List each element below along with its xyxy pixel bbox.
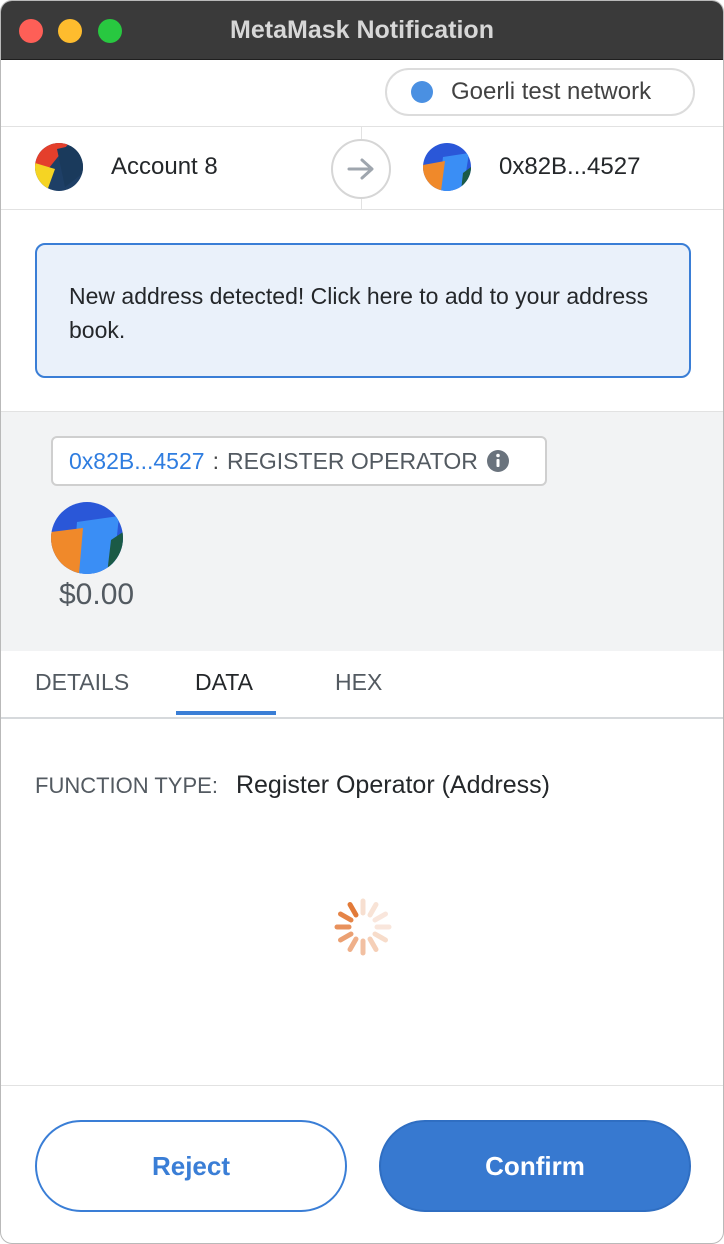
reject-button[interactable]: Reject [35,1120,347,1212]
function-type-row: FUNCTION TYPE: Register Operator (Addres… [35,771,550,800]
window-title: MetaMask Notification [230,16,494,44]
sender-account-name: Account 8 [111,153,218,180]
token-icon [51,502,123,574]
tab-bar: DETAILS DATA HEX [1,651,723,719]
method-separator: : [212,447,219,474]
sender-avatar-icon [35,143,83,191]
method-pill: 0x82B...4527 : REGISTER OPERATOR [51,436,547,486]
network-bar: Goerli test network [1,60,723,127]
method-name: REGISTER OPERATOR [226,447,478,474]
title-bar: MetaMask Notification [1,1,723,60]
confirm-button[interactable]: Confirm [379,1120,691,1212]
sender-recipient-bar: Account 8 0x82B...4527 [1,127,723,210]
tab-details[interactable]: DETAILS [35,669,129,696]
network-label: Goerli test network [451,78,652,105]
recipient-avatar-icon [423,143,471,191]
function-type-label: FUNCTION TYPE: [35,773,218,798]
action-footer: Reject Confirm [1,1085,723,1243]
arrow-right-icon [331,139,391,199]
network-selector[interactable]: Goerli test network [385,68,695,116]
recipient-address: 0x82B...4527 [499,153,641,180]
sender-account[interactable]: Account 8 [35,143,218,191]
transaction-amount: $0.00 [59,578,135,611]
info-icon[interactable] [486,449,510,473]
transaction-summary: 0x82B...4527 : REGISTER OPERATOR $0.00 [1,411,723,652]
tab-data[interactable]: DATA [195,669,253,696]
network-status-dot-icon [411,81,433,103]
tab-hex[interactable]: HEX [335,669,382,696]
active-tab-indicator [176,711,276,715]
loading-spinner-icon [334,898,392,956]
contract-address-link[interactable]: 0x82B...4527 [69,448,205,475]
recipient-account[interactable]: 0x82B...4527 [423,143,640,191]
metamask-notification-window: MetaMask Notification Goerli test networ… [0,0,724,1244]
function-type-value: Register Operator (Address) [235,771,550,799]
new-address-banner[interactable]: New address detected! Click here to add … [35,243,691,378]
